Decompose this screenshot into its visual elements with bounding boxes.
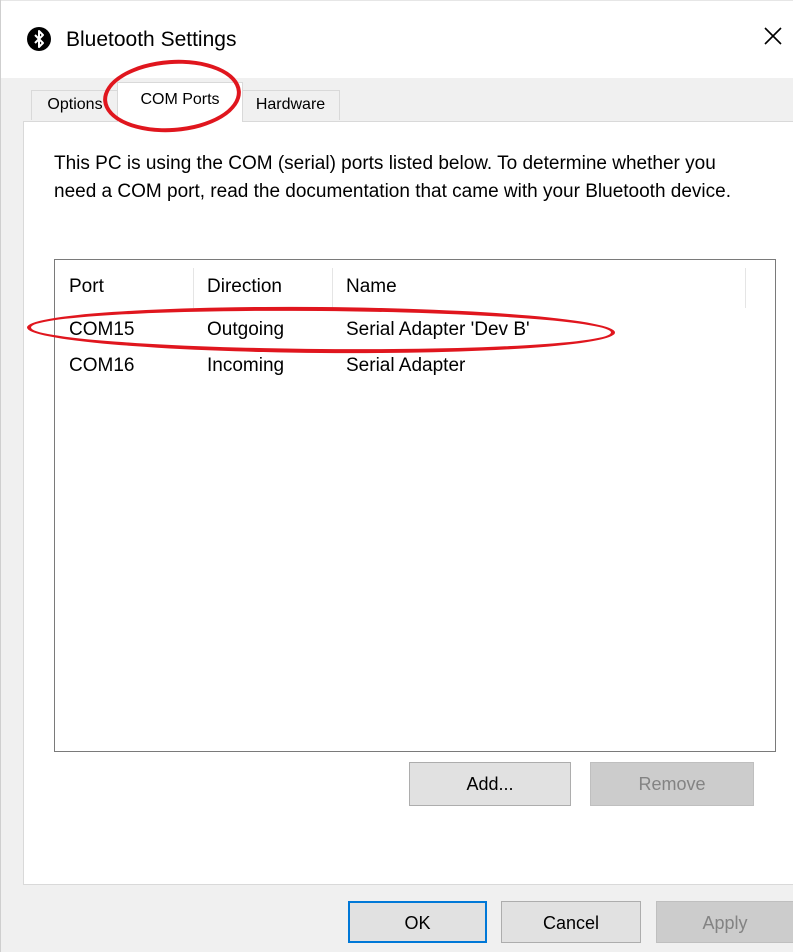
title-bar: Bluetooth Settings xyxy=(1,0,793,78)
tab-com-ports[interactable]: COM Ports xyxy=(117,82,243,122)
table-row[interactable]: COM16 Incoming Serial Adapter xyxy=(55,348,775,384)
row-name: Serial Adapter xyxy=(346,355,466,376)
window-title: Bluetooth Settings xyxy=(66,28,237,51)
apply-button[interactable]: Apply xyxy=(656,901,793,943)
close-icon xyxy=(763,26,783,51)
close-button[interactable] xyxy=(753,18,793,58)
bluetooth-icon xyxy=(27,27,51,51)
column-separator[interactable] xyxy=(745,268,746,308)
ok-button[interactable]: OK xyxy=(348,901,487,943)
tab-strip: Options COM Ports Hardware xyxy=(1,82,793,122)
com-ports-list[interactable]: Port Direction Name COM15 Outgoing Seria… xyxy=(54,259,776,752)
com-ports-description: This PC is using the COM (serial) ports … xyxy=(54,153,731,202)
table-row[interactable]: COM15 Outgoing Serial Adapter 'Dev B' xyxy=(55,312,775,348)
add-button[interactable]: Add... xyxy=(409,762,571,806)
bluetooth-settings-dialog: Bluetooth Settings Options COM Ports Har… xyxy=(0,0,793,952)
row-name: Serial Adapter 'Dev B' xyxy=(346,319,530,340)
cancel-button[interactable]: Cancel xyxy=(501,901,641,943)
list-header: Port Direction Name xyxy=(55,260,775,308)
column-header-direction[interactable]: Direction xyxy=(193,260,332,308)
tab-options[interactable]: Options xyxy=(31,90,119,120)
column-header-port[interactable]: Port xyxy=(55,260,193,308)
column-header-name[interactable]: Name xyxy=(332,260,745,308)
title-bar-top-strip xyxy=(1,0,793,11)
com-ports-panel: This PC is using the COM (serial) ports … xyxy=(23,121,793,885)
row-port: COM15 xyxy=(69,319,135,340)
remove-button[interactable]: Remove xyxy=(590,762,754,806)
row-port: COM16 xyxy=(69,355,135,376)
tab-hardware[interactable]: Hardware xyxy=(241,90,340,120)
row-direction: Outgoing xyxy=(207,319,285,340)
row-direction: Incoming xyxy=(207,355,285,376)
